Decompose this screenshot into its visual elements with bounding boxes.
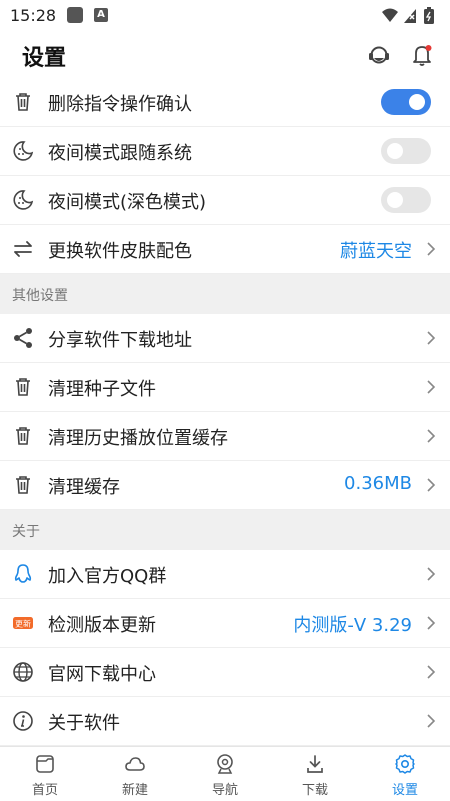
toggle-knob (387, 143, 403, 159)
section-title: 关于 (12, 524, 40, 540)
gear-icon (395, 754, 415, 774)
chevron-right-icon (427, 380, 436, 394)
nav-settings[interactable]: 设置 (360, 747, 450, 801)
app-header: 设置 (0, 32, 450, 78)
nav-label: 新建 (121, 783, 148, 798)
nav-new[interactable]: 新建 (90, 747, 180, 801)
setting-skin-color[interactable]: 更换软件皮肤配色 蔚蓝天空 (0, 225, 450, 274)
delete-confirm-toggle[interactable] (381, 89, 431, 115)
chevron-right-icon (427, 242, 436, 256)
update-badge-icon: 更新 (13, 617, 33, 629)
qq-icon (14, 564, 32, 583)
navigation-icon (217, 754, 233, 774)
section-header-other: 其他设置 (0, 274, 450, 314)
nav-navigation[interactable]: 导航 (180, 747, 270, 801)
setting-share-download[interactable]: 分享软件下载地址 (0, 314, 450, 363)
version-value: 内测版-V 3.29 (293, 615, 412, 636)
setting-label: 更换软件皮肤配色 (48, 241, 192, 262)
chevron-right-icon (427, 665, 436, 679)
share-icon (14, 328, 32, 348)
setting-label: 清理历史播放位置缓存 (48, 428, 228, 449)
notification-a-icon: A (94, 8, 108, 22)
cache-size-value: 0.36MB (344, 473, 412, 494)
setting-check-update[interactable]: 更新 检测版本更新 内测版-V 3.29 (0, 599, 450, 648)
setting-clear-playback-cache[interactable]: 清理历史播放位置缓存 (0, 412, 450, 461)
chevron-right-icon (427, 429, 436, 443)
nav-home[interactable]: 首页 (0, 747, 90, 801)
setting-night-mode[interactable]: 夜间模式(深色模式) (0, 176, 450, 225)
nav-label: 设置 (391, 783, 418, 798)
trash-icon (16, 427, 30, 445)
status-time: 15:28 (10, 6, 57, 25)
support-headset-icon[interactable] (366, 42, 392, 68)
info-icon (13, 711, 33, 731)
setting-join-qq-group[interactable]: 加入官方QQ群 (0, 550, 450, 599)
skin-color-value: 蔚蓝天空 (340, 241, 412, 262)
setting-label: 关于软件 (48, 713, 120, 734)
cloud-icon (125, 757, 145, 771)
trash-icon (16, 476, 30, 494)
chevron-right-icon (427, 567, 436, 581)
setting-clear-torrents[interactable]: 清理种子文件 (0, 363, 450, 412)
notification-square-icon (67, 7, 83, 23)
setting-night-follow-system[interactable]: 夜间模式跟随系统 (0, 127, 450, 176)
setting-label: 夜间模式跟随系统 (48, 143, 192, 164)
setting-label: 官网下载中心 (48, 664, 156, 685)
nav-download[interactable]: 下载 (270, 747, 360, 801)
setting-about-software[interactable]: 关于软件 (0, 697, 450, 746)
setting-label: 检测版本更新 (48, 615, 156, 636)
update-badge-text: 更新 (15, 619, 31, 629)
nav-label: 下载 (301, 783, 328, 798)
night-mode-toggle[interactable] (381, 187, 431, 213)
chevron-right-icon (427, 714, 436, 728)
setting-clear-cache[interactable]: 清理缓存 0.36MB (0, 461, 450, 510)
setting-label: 分享软件下载地址 (48, 330, 192, 351)
swap-icon (14, 241, 32, 257)
nav-label: 导航 (211, 783, 238, 798)
bottom-nav: 首页 新建 导航 下载 设置 (0, 746, 450, 801)
trash-icon (16, 93, 30, 111)
notification-bell-icon[interactable] (409, 42, 435, 68)
download-icon (307, 755, 323, 773)
page-title: 设置 (22, 46, 67, 71)
setting-label: 清理种子文件 (48, 379, 156, 400)
setting-delete-confirm[interactable]: 删除指令操作确认 (0, 78, 450, 127)
night-mode-icon (13, 190, 34, 210)
section-header-about: 关于 (0, 510, 450, 550)
setting-label: 删除指令操作确认 (48, 94, 192, 115)
globe-icon (13, 662, 33, 682)
night-mode-icon (13, 141, 34, 161)
chevron-right-icon (427, 478, 436, 492)
home-icon (36, 755, 54, 773)
chevron-right-icon (427, 616, 436, 630)
toggle-knob (409, 94, 425, 110)
night-follow-system-toggle[interactable] (381, 138, 431, 164)
section-title: 其他设置 (12, 288, 68, 304)
nav-label: 首页 (31, 783, 58, 798)
settings-list: 删除指令操作确认 夜间模式跟随系统 夜间模式(深色模式) 更换软件皮肤配色 蔚蓝… (0, 78, 450, 746)
setting-label: 清理缓存 (48, 477, 120, 498)
setting-label: 加入官方QQ群 (48, 566, 167, 587)
setting-label: 夜间模式(深色模式) (48, 192, 207, 213)
signal-battery-icons (382, 7, 434, 24)
chevron-right-icon (427, 331, 436, 345)
setting-official-download-center[interactable]: 官网下载中心 (0, 648, 450, 697)
status-bar: 15:28 A (0, 0, 450, 32)
trash-icon (16, 378, 30, 396)
toggle-knob (387, 192, 403, 208)
